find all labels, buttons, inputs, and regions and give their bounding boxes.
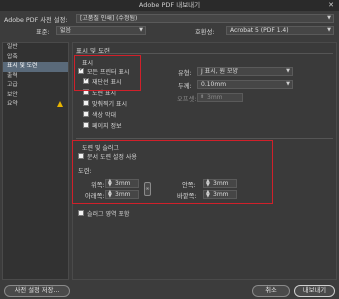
page-info-checkbox[interactable] [83, 122, 89, 128]
sidebar-item-summary[interactable]: 요약 [3, 100, 68, 110]
sidebar-item-label: 보안 [7, 91, 18, 98]
chevron-down-icon: ▼ [286, 81, 290, 87]
warning-icon [57, 101, 63, 107]
chevron-down-icon: ▼ [286, 68, 290, 74]
page-info-label: 페이지 정보 [92, 123, 122, 130]
bleed-highlight-box [72, 140, 273, 204]
divider [76, 138, 333, 139]
registration-marks-checkbox[interactable] [83, 100, 89, 106]
chevron-down-icon: ▼ [327, 27, 331, 33]
export-button[interactable]: 내보내기 [294, 285, 335, 297]
offset-stepper[interactable]: ⬍ 3mm [197, 93, 243, 102]
offset-label: 오프셋: [177, 96, 197, 103]
divider [76, 53, 333, 54]
preset-value: [고품질 인쇄] (수정됨) [80, 15, 138, 22]
window-titlebar: Adobe PDF 내보내기 [0, 0, 339, 11]
sidebar-item-label: 출력 [7, 72, 18, 79]
mark-weight-value: 0.10mm [201, 81, 227, 88]
sidebar-item-label: 고급 [7, 82, 18, 88]
type-label: 유형: [178, 70, 192, 77]
offset-value: 3mm [207, 94, 223, 101]
weight-label: 두께: [178, 83, 192, 90]
preset-label: Adobe PDF 사전 설정: [4, 17, 68, 24]
sidebar-item-marks-bleeds[interactable]: 표시 및 도련 [3, 62, 68, 72]
sidebar-item-advanced[interactable]: 고급 [3, 81, 68, 91]
sidebar: 일반 압축 표시 및 도련 출력 고급 보안 요약 [2, 42, 69, 280]
sidebar-item-output[interactable]: 출력 [3, 72, 68, 82]
standard-value: 없음 [60, 27, 72, 34]
sidebar-item-security[interactable]: 보안 [3, 91, 68, 101]
registration-marks-label: 맞춰찍기 표시 [92, 101, 128, 108]
sidebar-item-label: 압축 [7, 53, 18, 60]
chevron-down-icon: ▼ [139, 27, 143, 33]
sidebar-item-compression[interactable]: 압축 [3, 53, 68, 63]
sidebar-item-label: 표시 및 도련 [7, 63, 38, 69]
chevron-down-icon: ▼ [327, 15, 331, 21]
close-icon[interactable]: ✕ [326, 0, 336, 11]
save-preset-button[interactable]: 사전 설정 저장... [4, 285, 70, 297]
compat-value: Acrobat 5 (PDF 1.4) [230, 27, 289, 34]
compat-label: 호환성: [195, 29, 215, 36]
cancel-button[interactable]: 취소 [252, 285, 290, 297]
preset-select[interactable]: [고품질 인쇄] (수정됨) ▼ [76, 14, 334, 23]
standard-label: 표준: [36, 29, 50, 36]
mark-weight-select[interactable]: 0.10mm ▼ [197, 80, 293, 89]
color-bars-label: 색상 막대 [92, 112, 116, 119]
sidebar-item-general[interactable]: 일반 [3, 43, 68, 53]
sidebar-item-label: 요약 [7, 101, 18, 107]
include-slug-checkbox[interactable] [78, 210, 84, 216]
include-slug-label: 슬러그 영역 포함 [87, 211, 130, 218]
compat-select[interactable]: Acrobat 5 (PDF 1.4) ▼ [226, 26, 334, 35]
standard-select[interactable]: 없음 ▼ [56, 26, 146, 35]
sidebar-item-label: 일반 [7, 44, 18, 50]
mark-type-value: J 표시, 원 모양 [201, 68, 238, 75]
mark-type-select[interactable]: J 표시, 원 모양 ▼ [197, 67, 293, 76]
window-title: Adobe PDF 내보내기 [138, 1, 201, 9]
color-bars-checkbox[interactable] [83, 111, 89, 117]
marks-highlight-box [74, 55, 141, 91]
stepper-arrows-icon: ⬍ [200, 94, 205, 100]
